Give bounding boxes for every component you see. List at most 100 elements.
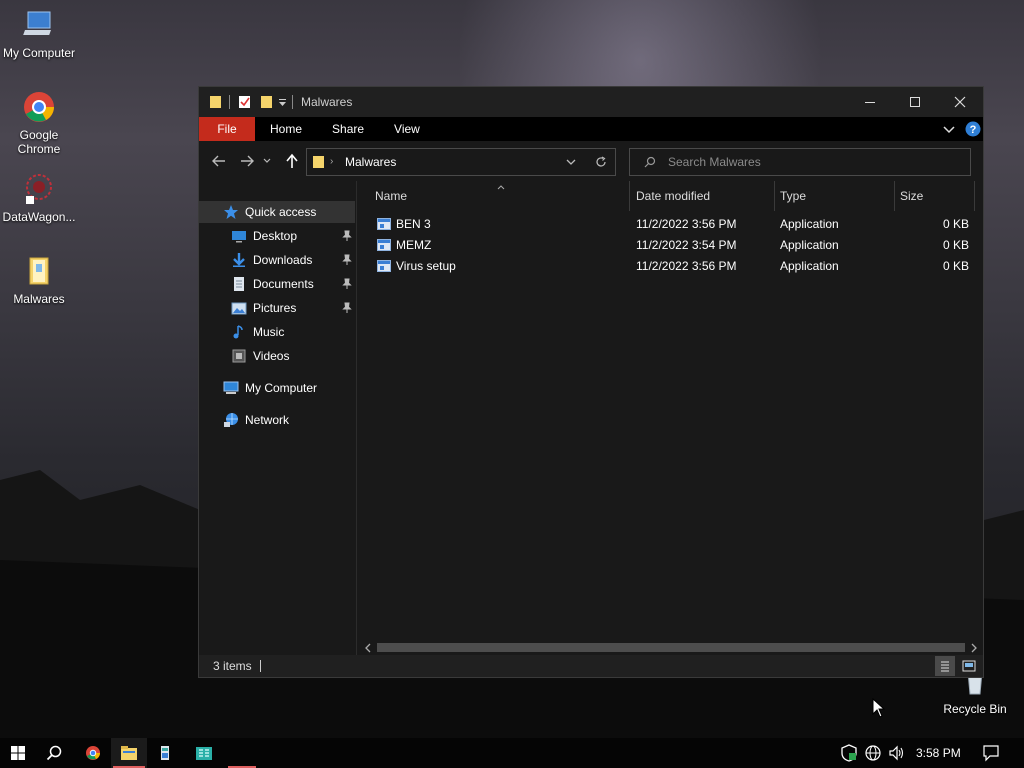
taskbar-app-2[interactable] bbox=[186, 738, 222, 768]
tab-view[interactable]: View bbox=[379, 117, 435, 141]
datawagon-icon bbox=[22, 172, 56, 206]
scroll-thumb[interactable] bbox=[377, 643, 965, 652]
action-center-icon[interactable] bbox=[982, 744, 1000, 762]
address-folder-icon bbox=[312, 155, 326, 169]
new-folder-icon[interactable] bbox=[260, 95, 274, 109]
details-view-button[interactable] bbox=[935, 656, 955, 676]
sidebar-item-quick-access[interactable]: Quick access bbox=[199, 201, 355, 223]
sidebar-item-my-computer[interactable]: My Computer bbox=[199, 377, 355, 399]
desktop-icon-malwares[interactable]: Malwares bbox=[0, 254, 78, 306]
security-shield-icon[interactable] bbox=[840, 744, 858, 762]
taskbar-file-explorer[interactable] bbox=[111, 738, 147, 768]
minimize-button[interactable] bbox=[847, 87, 893, 117]
breadcrumb-segment[interactable]: Malwares bbox=[345, 155, 396, 169]
customize-toolbar-chevron-icon[interactable] bbox=[278, 95, 288, 109]
app-icon bbox=[161, 746, 169, 760]
scroll-left-arrow-icon[interactable] bbox=[363, 642, 373, 653]
file-row[interactable]: BEN 3 11/2/2022 3:56 PM Application 0 KB bbox=[373, 214, 973, 235]
file-explorer-icon bbox=[121, 746, 137, 760]
chrome-icon bbox=[22, 90, 56, 124]
items-count: 3 items bbox=[213, 659, 252, 673]
file-row[interactable]: Virus setup 11/2/2022 3:56 PM Applicatio… bbox=[373, 256, 973, 277]
properties-icon[interactable] bbox=[238, 95, 252, 109]
pin-icon[interactable] bbox=[342, 302, 352, 314]
file-size: 0 KB bbox=[943, 217, 970, 231]
column-header-size[interactable]: Size bbox=[895, 181, 975, 211]
maximize-button[interactable] bbox=[892, 87, 938, 117]
pin-icon[interactable] bbox=[342, 278, 352, 290]
file-row[interactable]: MEMZ 11/2/2022 3:54 PM Application 0 KB bbox=[373, 235, 973, 256]
file-explorer-window: Malwares File Home Share View ? › Malwar… bbox=[198, 86, 984, 678]
network-globe-icon[interactable] bbox=[864, 744, 882, 762]
sidebar-item-label: Network bbox=[245, 413, 290, 427]
up-button[interactable] bbox=[282, 153, 302, 169]
navigation-pane: Quick access Desktop Downloads Documents bbox=[199, 181, 357, 655]
address-dropdown-chevron-icon[interactable] bbox=[565, 156, 577, 168]
file-type: Application bbox=[780, 259, 839, 273]
sidebar-item-network[interactable]: Network bbox=[199, 409, 355, 431]
folder-small-icon bbox=[209, 95, 223, 109]
desktop-icon-label: Malwares bbox=[13, 292, 65, 306]
refresh-icon[interactable] bbox=[595, 156, 607, 168]
music-icon bbox=[231, 324, 247, 340]
download-icon bbox=[231, 252, 247, 268]
column-header-name[interactable]: Name bbox=[370, 181, 630, 211]
sidebar-item-label: Downloads bbox=[253, 253, 313, 267]
taskbar-chrome[interactable] bbox=[75, 738, 111, 768]
file-list: Name Date modified Type Size BEN 3 11/2/… bbox=[359, 181, 983, 655]
tab-file[interactable]: File bbox=[199, 117, 255, 141]
taskbar: 3:58 PM bbox=[0, 738, 1024, 768]
desktop-icon-google-chrome[interactable]: Google Chrome bbox=[0, 90, 78, 156]
file-type: Application bbox=[780, 217, 839, 231]
start-button[interactable] bbox=[0, 738, 36, 768]
horizontal-scrollbar[interactable] bbox=[359, 639, 983, 655]
clock[interactable]: 3:58 PM bbox=[916, 746, 961, 760]
search-input[interactable] bbox=[668, 154, 958, 170]
navigation-bar: › Malwares bbox=[199, 141, 983, 181]
tab-home[interactable]: Home bbox=[255, 117, 317, 141]
expand-ribbon-chevron-icon[interactable] bbox=[943, 123, 955, 135]
pin-icon[interactable] bbox=[342, 254, 352, 266]
network-icon bbox=[223, 412, 239, 428]
column-header-type[interactable]: Type bbox=[775, 181, 895, 211]
desktop-icon-label: My Computer bbox=[2, 46, 76, 60]
forward-button[interactable] bbox=[237, 153, 257, 169]
recent-locations-chevron-icon[interactable] bbox=[261, 153, 273, 169]
help-icon[interactable]: ? bbox=[965, 121, 981, 137]
desktop-icon-my-computer[interactable]: My Computer bbox=[0, 8, 78, 60]
large-icons-view-button[interactable] bbox=[959, 656, 979, 676]
file-type: Application bbox=[780, 238, 839, 252]
title-bar[interactable]: Malwares bbox=[199, 87, 983, 117]
scroll-right-arrow-icon[interactable] bbox=[969, 642, 979, 653]
pin-icon[interactable] bbox=[342, 230, 352, 242]
window-title: Malwares bbox=[301, 95, 353, 109]
status-bar: 3 items bbox=[199, 655, 983, 677]
application-icon bbox=[377, 260, 391, 272]
sidebar-item-label: My Computer bbox=[245, 381, 318, 395]
quick-access-separator bbox=[229, 95, 230, 109]
back-button[interactable] bbox=[209, 153, 229, 169]
search-icon bbox=[46, 745, 62, 761]
folder-icon bbox=[22, 254, 56, 288]
close-button[interactable] bbox=[937, 87, 983, 117]
breadcrumb-chevron-icon[interactable]: › bbox=[330, 156, 333, 167]
status-separator bbox=[260, 660, 261, 672]
sidebar-item-videos[interactable]: Videos bbox=[199, 345, 355, 367]
desktop-icon-datawagon[interactable]: DataWagon... bbox=[0, 172, 78, 224]
video-icon bbox=[231, 348, 247, 364]
address-bar[interactable]: › Malwares bbox=[306, 148, 616, 176]
search-box[interactable] bbox=[629, 148, 971, 176]
tab-share[interactable]: Share bbox=[317, 117, 379, 141]
computer-icon bbox=[22, 8, 56, 42]
svg-text:?: ? bbox=[970, 124, 977, 136]
taskbar-app-1[interactable] bbox=[147, 738, 183, 768]
volume-icon[interactable] bbox=[888, 744, 906, 762]
sidebar-item-downloads[interactable]: Downloads bbox=[199, 249, 355, 271]
search-taskbar-button[interactable] bbox=[36, 738, 72, 768]
sidebar-item-pictures[interactable]: Pictures bbox=[199, 297, 355, 319]
sidebar-item-documents[interactable]: Documents bbox=[199, 273, 355, 295]
sidebar-item-music[interactable]: Music bbox=[199, 321, 355, 343]
sidebar-item-desktop[interactable]: Desktop bbox=[199, 225, 355, 247]
computer-icon bbox=[223, 380, 239, 396]
column-header-date-modified[interactable]: Date modified bbox=[631, 181, 775, 211]
